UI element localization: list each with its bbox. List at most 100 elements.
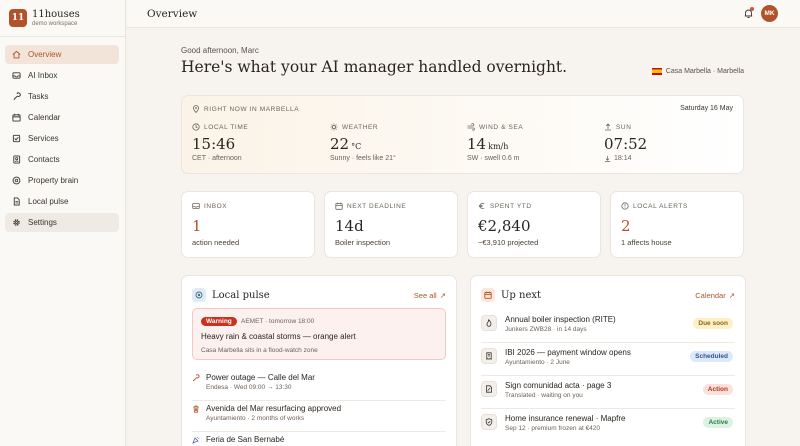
- table-row[interactable]: Home insurance renewal · Mapfre Sep 12 ·…: [481, 409, 735, 442]
- inbox-icon: [12, 71, 21, 80]
- sidebar-item-label: Contacts: [28, 155, 60, 164]
- wind-metric: WIND & SEA 14 km/h SW · swell 0.6 m: [467, 123, 523, 162]
- stat-kicker: SPENT YTD: [478, 202, 532, 210]
- receipt-icon: [481, 348, 497, 364]
- event-title: Sign comunidad acta · page 3: [505, 381, 612, 390]
- calendar-icon: [12, 113, 21, 122]
- local-time-kicker: LOCAL TIME: [192, 123, 248, 131]
- sidebar-item-label: Property brain: [28, 176, 79, 185]
- stat-card-local-alerts[interactable]: LOCAL ALERTS 2 1 affects house: [610, 191, 744, 258]
- local-pulse-title: Local pulse: [212, 289, 270, 301]
- sidebar-item-label: AI Inbox: [28, 71, 58, 80]
- temperature-unit: °C: [351, 142, 362, 151]
- sidebar-item-label: Settings: [28, 218, 57, 227]
- sidebar-item-ai-inbox[interactable]: AI Inbox: [5, 66, 119, 85]
- local-pulse-panel: Local pulse See all ↗ Warning AEMET · tom…: [181, 275, 457, 446]
- stat-value: 2: [621, 217, 631, 235]
- status-badge: Action: [702, 384, 733, 395]
- sidebar-item-services[interactable]: Services: [5, 129, 119, 148]
- table-row[interactable]: Annual boiler inspection (RITE) Junkers …: [481, 310, 735, 343]
- see-all-link[interactable]: See all ↗: [414, 291, 446, 300]
- weather-alert[interactable]: Warning AEMET · tomorrow 18:00 Heavy rai…: [192, 308, 446, 360]
- party-icon: [192, 436, 200, 444]
- alert-icon: [621, 202, 629, 210]
- stat-label: NEXT DEADLINE: [347, 202, 407, 210]
- brand-logo[interactable]: 11: [9, 9, 27, 27]
- list-item-sub: Ayuntamiento · 2 months of works: [206, 415, 305, 422]
- stat-desc: Boiler inspection: [335, 238, 391, 247]
- stat-label: SPENT YTD: [490, 202, 532, 210]
- euro-icon: [478, 202, 486, 210]
- page-title: Overview: [147, 8, 198, 20]
- sidebar-item-tasks[interactable]: Tasks: [5, 87, 119, 106]
- up-next-header: Up next Calendar ↗: [481, 286, 735, 304]
- inbox-icon: [192, 202, 200, 210]
- sun-label: SUN: [616, 123, 632, 131]
- sidebar-item-contacts[interactable]: Contacts: [5, 150, 119, 169]
- stat-card-inbox[interactable]: INBOX 1 action needed: [181, 191, 315, 258]
- local-pulse-header: Local pulse See all ↗: [192, 286, 446, 304]
- pin-icon: [192, 105, 200, 113]
- local-time-value: 15:46: [192, 135, 236, 153]
- topbar: Overview MK: [127, 0, 800, 28]
- sidebar-item-label: Overview: [28, 50, 62, 59]
- notification-dot: [750, 7, 754, 11]
- list-item-title: Feria de San Bernabé: [206, 435, 285, 444]
- stat-label: LOCAL ALERTS: [633, 202, 688, 210]
- shield-icon: [481, 414, 497, 430]
- weather-sub: Sunny · feels like 21°: [330, 155, 396, 162]
- sidebar-item-calendar[interactable]: Calendar: [5, 108, 119, 127]
- list-item[interactable]: Power outage — Calle del Mar Endesa · We…: [192, 371, 446, 401]
- sidebar-item-overview[interactable]: Overview: [5, 45, 119, 64]
- local-time-label: LOCAL TIME: [204, 123, 249, 131]
- workspace-name: demo workspace: [32, 21, 78, 27]
- home-icon: [12, 50, 21, 59]
- table-row[interactable]: Sign comunidad acta · page 3 Translated …: [481, 376, 735, 409]
- sidebar-item-settings[interactable]: Settings: [5, 213, 119, 232]
- weather-kicker: WEATHER: [330, 123, 396, 131]
- status-badge: Due soon: [693, 318, 733, 329]
- headline: Here's what your AI manager handled over…: [181, 58, 568, 76]
- event-title: IBI 2026 — payment window opens: [505, 348, 631, 357]
- sidebar: 11 11houses demo workspace Overview AI I…: [0, 0, 126, 446]
- status-badge: Active: [703, 417, 733, 428]
- stat-value: 1: [192, 217, 202, 235]
- list-item[interactable]: Avenida del Mar resurfacing approved Ayu…: [192, 402, 446, 432]
- arrow-up-right-icon: ↗: [439, 290, 446, 300]
- see-all-label: See all: [413, 290, 437, 300]
- event-title: Annual boiler inspection (RITE): [505, 315, 616, 324]
- arrow-up-right-icon: ↗: [728, 290, 735, 300]
- status-badge: Scheduled: [690, 351, 733, 362]
- sunrise-icon: [604, 123, 612, 131]
- list-item-title: Power outage — Calle del Mar: [206, 373, 315, 382]
- sidebar-item-label: Tasks: [28, 92, 49, 101]
- weather-metric: WEATHER 22 °C Sunny · feels like 21°: [330, 123, 396, 162]
- stat-card-next-deadline[interactable]: NEXT DEADLINE 14d Boiler inspection: [324, 191, 458, 258]
- wind-sub: SW · swell 0.6 m: [467, 155, 520, 162]
- event-sub: Junkers ZWB28 · in 14 days: [505, 326, 587, 333]
- stat-value: €2,840: [478, 217, 531, 235]
- avatar[interactable]: MK: [761, 5, 778, 22]
- wind-label: WIND & SEA: [479, 123, 524, 131]
- spain-flag-icon: [651, 68, 662, 75]
- clock-icon: [192, 123, 200, 131]
- list-item-title: Avenida del Mar resurfacing approved: [206, 404, 342, 413]
- table-row[interactable]: IBI 2026 — payment window opens Ayuntami…: [481, 343, 735, 376]
- sunset-row: 18:14: [604, 155, 647, 162]
- list-item[interactable]: Feria de San Bernabé: [192, 433, 446, 446]
- alert-detail: Casa Marbella sits in a flood-watch zone: [201, 347, 318, 354]
- location-label: Casa Marbella · Marbella: [665, 68, 744, 75]
- stat-card-spent-ytd[interactable]: SPENT YTD €2,840 ~€3,910 projected: [467, 191, 601, 258]
- wind-icon: [467, 123, 475, 131]
- brand-name: 11houses: [32, 9, 80, 20]
- warning-badge: Warning: [201, 317, 237, 326]
- sidebar-item-property-brain[interactable]: Property brain: [5, 171, 119, 190]
- weather-label: WEATHER: [342, 123, 379, 131]
- property-location[interactable]: Casa Marbella · Marbella: [651, 68, 744, 75]
- contacts-icon: [12, 155, 21, 164]
- services-icon: [12, 134, 21, 143]
- sidebar-item-local-pulse[interactable]: Local pulse: [5, 192, 119, 211]
- calendar-link[interactable]: Calendar ↗: [695, 291, 735, 300]
- stat-desc: 1 affects house: [621, 238, 672, 247]
- document-icon: [12, 197, 21, 206]
